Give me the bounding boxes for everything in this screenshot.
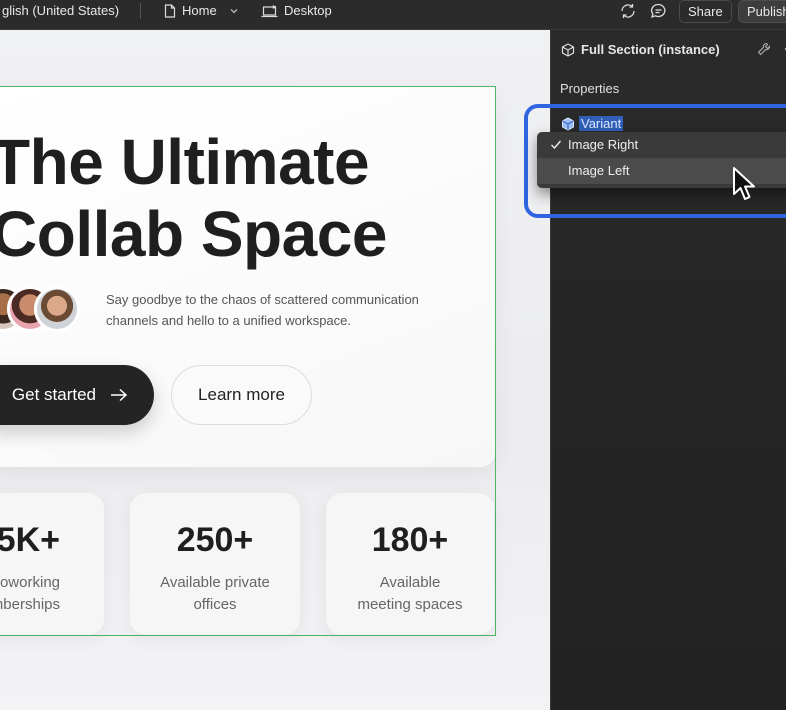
stat-label-line: Available private bbox=[160, 574, 270, 591]
stat-value: 250+ bbox=[176, 521, 254, 559]
wrench-icon[interactable] bbox=[757, 42, 771, 56]
top-toolbar: glish (United States) Home Desktop Share… bbox=[0, 0, 786, 30]
stat-label-line: meeting spaces bbox=[357, 596, 463, 613]
stat-label: oworking mberships bbox=[0, 572, 104, 616]
arrow-right-icon bbox=[111, 388, 128, 402]
stat-card: 180+ Available meeting spaces bbox=[326, 493, 494, 635]
stat-label: Available private offices bbox=[130, 572, 300, 616]
share-button[interactable]: Share bbox=[679, 0, 732, 23]
page-label: Home bbox=[182, 3, 217, 18]
stat-label-line: oworking bbox=[0, 574, 60, 591]
stat-value: 5K+ bbox=[0, 521, 60, 559]
design-canvas[interactable]: The Ultimate Collab Space Say goodbye to… bbox=[0, 30, 550, 710]
learn-more-button[interactable]: Learn more bbox=[171, 365, 312, 425]
headline-line-2: Collab Space bbox=[0, 198, 387, 270]
language-selector[interactable]: glish (United States) bbox=[2, 0, 119, 22]
mouse-pointer-icon bbox=[733, 167, 755, 200]
chevron-down-icon bbox=[230, 9, 238, 14]
toolbar-divider bbox=[140, 3, 141, 19]
panel-tools bbox=[757, 42, 786, 56]
hero-subtitle: Say goodbye to the chaos of scattered co… bbox=[106, 292, 419, 328]
headline-line-1: The Ultimate bbox=[0, 126, 370, 198]
language-label: glish (United States) bbox=[2, 3, 120, 18]
sync-icon[interactable] bbox=[619, 3, 637, 22]
avatar bbox=[34, 286, 80, 332]
panel-title: Full Section (instance) bbox=[581, 42, 720, 57]
stat-card: 250+ Available private offices bbox=[130, 493, 300, 635]
stat-label-line: Available bbox=[379, 574, 441, 591]
option-label: Image Right bbox=[568, 137, 639, 152]
breakpoint-label: Desktop bbox=[284, 3, 332, 18]
get-started-button[interactable]: Get started bbox=[0, 365, 154, 425]
stat-label: Available meeting spaces bbox=[326, 572, 494, 616]
comment-icon[interactable] bbox=[650, 3, 667, 22]
stat-label-line: offices bbox=[193, 596, 237, 613]
checkmark-icon bbox=[551, 140, 562, 150]
dropdown-option-image-right[interactable]: Image Right bbox=[537, 132, 786, 158]
page-selector[interactable]: Home bbox=[164, 0, 239, 22]
component-instance-icon bbox=[561, 42, 575, 57]
stat-card: 5K+ oworking mberships bbox=[0, 493, 104, 635]
stat-value: 180+ bbox=[371, 521, 449, 559]
get-started-label: Get started bbox=[11, 385, 96, 404]
hero-headline: The Ultimate Collab Space bbox=[0, 126, 387, 270]
panel-header: Full Section (instance) bbox=[561, 42, 720, 57]
breakpoint-selector[interactable]: Desktop bbox=[261, 0, 332, 22]
more-icon[interactable] bbox=[781, 42, 786, 56]
avatar-group bbox=[0, 286, 90, 332]
stat-label-line: mberships bbox=[0, 596, 60, 613]
publish-button[interactable]: Publish bbox=[738, 0, 786, 23]
desktop-icon bbox=[261, 4, 278, 18]
properties-heading: Properties bbox=[560, 81, 620, 96]
page-icon bbox=[164, 4, 176, 18]
option-label: Image Left bbox=[568, 163, 630, 178]
